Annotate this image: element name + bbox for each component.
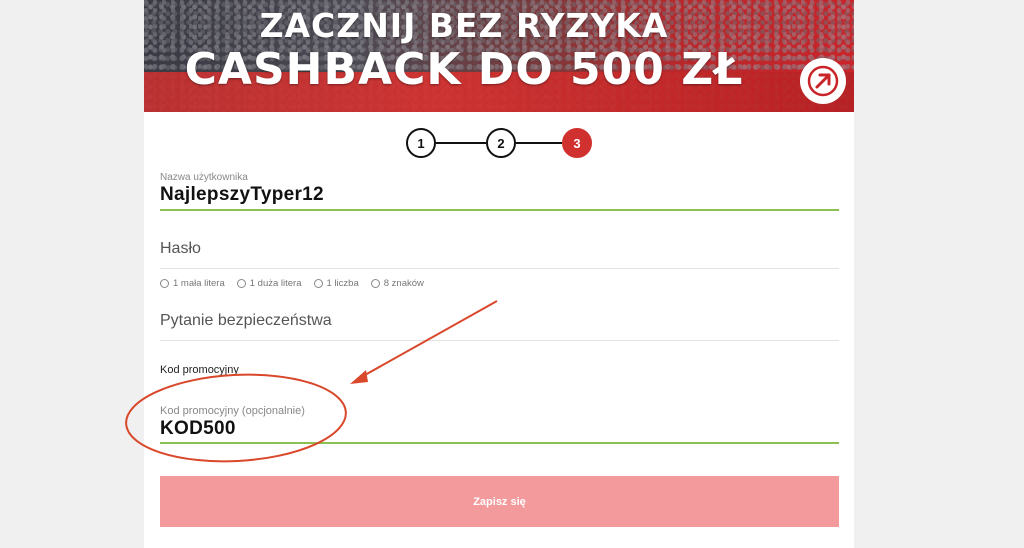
- promo-code-underline: [160, 442, 839, 444]
- password-underline: [160, 268, 839, 269]
- banner-subheadline: CASHBACK DO 500 ZŁ: [184, 44, 744, 95]
- security-question-underline: [160, 340, 839, 341]
- promo-banner[interactable]: ZACZNIJ BEZ RYZYKA CASHBACK DO 500 ZŁ: [144, 0, 854, 112]
- arrow-up-right-icon[interactable]: [800, 58, 846, 104]
- requirement-length: 8 znaków: [370, 278, 424, 289]
- security-question-select[interactable]: Pytanie bezpieczeństwa: [160, 312, 332, 330]
- password-requirements: 1 mała litera 1 duża litera 1 liczba 8 z…: [160, 278, 424, 289]
- requirement-number: 1 liczba: [313, 278, 359, 289]
- step-connector: [436, 142, 486, 144]
- radio-icon: [370, 279, 380, 288]
- registration-panel: ZACZNIJ BEZ RYZYKA CASHBACK DO 500 ZŁ 1 …: [144, 0, 854, 548]
- requirement-lowercase: 1 mała litera: [160, 278, 225, 289]
- step-indicator: 1 2 3: [406, 128, 596, 158]
- promo-code-input[interactable]: KOD500: [160, 418, 236, 440]
- password-input[interactable]: Hasło: [160, 240, 201, 258]
- username-input[interactable]: NajlepszyTyper12: [160, 184, 324, 206]
- username-underline: [160, 209, 839, 211]
- submit-button[interactable]: Zapisz się: [160, 476, 839, 527]
- promo-section-heading: Kod promocyjny: [160, 364, 239, 376]
- username-label: Nazwa użytkownika: [160, 172, 248, 183]
- promo-code-label: Kod promocyjny (opcjonalnie): [160, 405, 305, 417]
- step-1: 1: [406, 128, 436, 158]
- radio-icon: [236, 279, 246, 288]
- requirement-uppercase: 1 duża litera: [236, 278, 302, 289]
- step-2: 2: [486, 128, 516, 158]
- radio-icon: [160, 279, 169, 288]
- banner-headline: ZACZNIJ BEZ RYZYKA: [259, 6, 669, 45]
- radio-icon: [313, 279, 323, 288]
- step-connector: [516, 142, 562, 144]
- step-3-active: 3: [562, 128, 592, 158]
